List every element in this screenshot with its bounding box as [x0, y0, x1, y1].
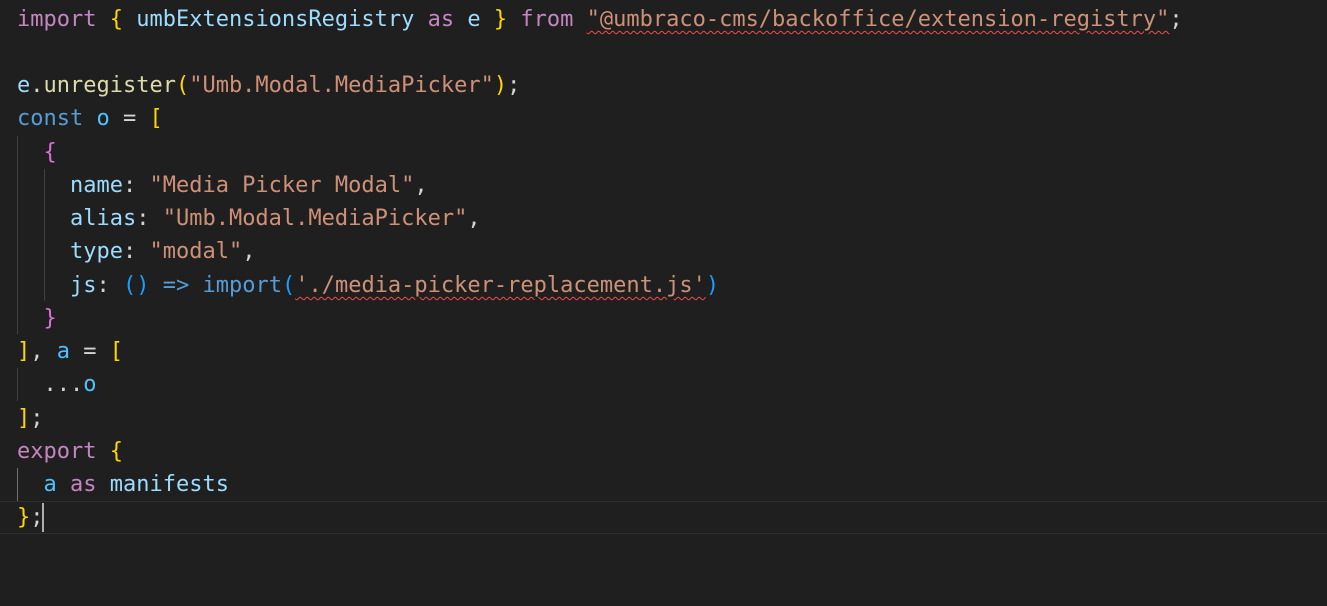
- dynamic-import-keyword: import: [202, 273, 282, 298]
- code-line-16[interactable]: };: [17, 501, 44, 534]
- as-keyword: as: [70, 472, 97, 497]
- open-brace: {: [43, 140, 57, 165]
- code-line-4[interactable]: const o = [: [17, 102, 163, 135]
- property-name: name: [69, 173, 123, 198]
- import-path-string: './media-picker-replacement.js': [295, 273, 706, 298]
- comma: ,: [414, 173, 428, 198]
- code-line-10[interactable]: }: [17, 302, 57, 335]
- as-keyword: as: [427, 7, 455, 32]
- code-line-3[interactable]: e.unregister("Umb.Modal.MediaPicker");: [17, 69, 520, 102]
- dot: .: [30, 73, 44, 98]
- code-line-12[interactable]: ...o: [17, 368, 97, 401]
- close-paren: ): [705, 273, 720, 298]
- open-brace: {: [109, 439, 123, 464]
- variable-a: a: [43, 472, 57, 497]
- code-line-15[interactable]: a as manifests: [17, 468, 229, 501]
- colon: :: [96, 273, 110, 298]
- variable-o: o: [96, 106, 110, 131]
- equals-operator: =: [122, 106, 137, 131]
- code-line-5[interactable]: {: [17, 136, 57, 169]
- manifests-export-name: manifests: [109, 472, 229, 497]
- colon: :: [122, 239, 137, 264]
- name-value-string: "Media Picker Modal": [149, 173, 415, 198]
- open-paren: (: [281, 273, 296, 298]
- code-line-1[interactable]: import { umbExtensionsRegistry as e } fr…: [17, 3, 1183, 36]
- code-line-8[interactable]: type: "modal",: [17, 235, 255, 268]
- code-editor[interactable]: import { umbExtensionsRegistry as e } fr…: [0, 0, 1327, 606]
- close-bracket: ]: [17, 339, 31, 364]
- property-js: js: [69, 273, 97, 298]
- spread-operator: ...: [43, 372, 84, 397]
- semicolon: ;: [1169, 7, 1183, 32]
- comma: ,: [242, 239, 256, 264]
- arrow-params: (): [122, 273, 150, 298]
- close-brace: }: [17, 505, 31, 530]
- colon: :: [122, 173, 137, 198]
- semicolon: ;: [30, 406, 44, 431]
- variable-a: a: [56, 339, 70, 364]
- code-line-9[interactable]: js: () => import('./media-picker-replace…: [17, 269, 719, 302]
- export-keyword: export: [17, 439, 97, 464]
- close-brace: }: [43, 306, 57, 331]
- property-type: type: [69, 239, 123, 264]
- text-cursor: [42, 503, 44, 532]
- close-paren: ): [493, 73, 508, 98]
- colon: :: [136, 206, 150, 231]
- open-brace: {: [109, 7, 123, 32]
- code-line-7[interactable]: alias: "Umb.Modal.MediaPicker",: [17, 202, 481, 235]
- code-line-14[interactable]: export {: [17, 435, 123, 468]
- unregister-method: unregister: [43, 73, 176, 98]
- current-line-highlight: [0, 501, 1327, 534]
- comma: ,: [467, 206, 481, 231]
- import-keyword: import: [17, 7, 97, 32]
- equals-operator: =: [83, 339, 97, 364]
- close-brace: }: [493, 7, 508, 32]
- module-path-string: "@umbraco-cms/backoffice/extension-regis…: [586, 7, 1170, 32]
- alias-value-string: "Umb.Modal.MediaPicker": [162, 206, 468, 231]
- registry-object: e: [17, 73, 31, 98]
- open-bracket: [: [109, 339, 123, 364]
- code-line-13[interactable]: ];: [17, 402, 44, 435]
- comma: ,: [30, 339, 44, 364]
- property-alias: alias: [69, 206, 137, 231]
- variable-o: o: [83, 372, 97, 397]
- registry-identifier: umbExtensionsRegistry: [136, 7, 415, 32]
- semicolon: ;: [507, 73, 521, 98]
- code-line-6[interactable]: name: "Media Picker Modal",: [17, 169, 428, 202]
- open-bracket: [: [149, 106, 163, 131]
- open-paren: (: [175, 73, 190, 98]
- const-keyword: const: [17, 106, 84, 131]
- close-bracket: ]: [17, 406, 31, 431]
- code-line-11[interactable]: ], a = [: [17, 335, 123, 368]
- type-value-string: "modal": [149, 239, 243, 264]
- arrow-operator: =>: [162, 273, 190, 298]
- from-keyword: from: [520, 7, 574, 32]
- alias-identifier: e: [467, 7, 481, 32]
- alias-argument: "Umb.Modal.MediaPicker": [189, 73, 494, 98]
